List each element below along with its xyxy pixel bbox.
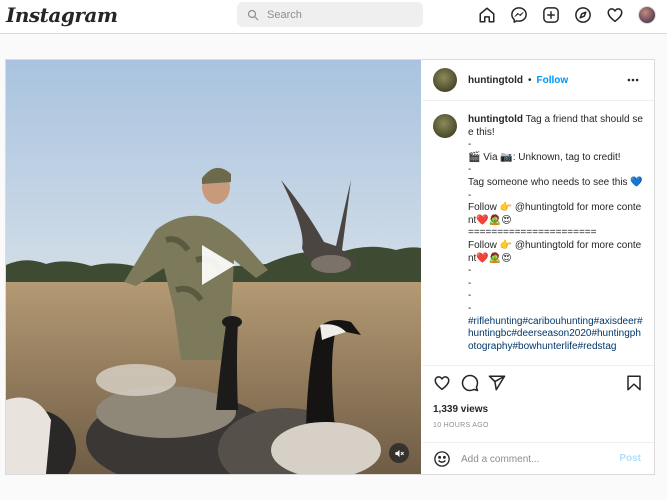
post-card: huntingtold • Follow huntingtold Tag a f… (5, 59, 655, 475)
post-header: huntingtold • Follow (422, 60, 654, 101)
mute-button[interactable] (389, 443, 409, 463)
new-post-button[interactable] (540, 4, 562, 26)
share-button[interactable] (488, 374, 508, 394)
messenger-button[interactable] (508, 4, 530, 26)
post-actions: 1,339 views 10 HOURS AGO Post (422, 365, 654, 474)
caption-line: - (468, 277, 472, 289)
action-bar (433, 374, 645, 396)
caption-username[interactable]: huntingtold (468, 114, 523, 125)
profile-avatar (638, 6, 656, 24)
separator-dot: • (527, 74, 532, 86)
view-count[interactable]: 1,339 views (433, 404, 488, 415)
post-comment-button[interactable]: Post (619, 453, 641, 464)
explore-button[interactable] (572, 4, 594, 26)
home-button[interactable] (476, 4, 498, 26)
author-avatar[interactable] (433, 68, 457, 92)
follow-button[interactable]: Follow (537, 75, 569, 86)
heart-icon (434, 376, 450, 391)
caption-text: huntingtold Tag a friend that should see… (468, 114, 644, 364)
caption-line: - (468, 139, 472, 151)
play-icon[interactable] (193, 242, 239, 288)
comment-button[interactable] (461, 374, 481, 394)
explore-icon (575, 7, 591, 23)
hashtags-link[interactable]: #riflehunting#caribouhunting#axisdeer#hu… (468, 316, 643, 352)
post-timestamp[interactable]: 10 HOURS AGO (433, 422, 489, 429)
speaker-muted-icon (394, 449, 404, 457)
more-options-icon[interactable] (626, 73, 640, 87)
save-button[interactable] (625, 374, 645, 394)
post-sidebar: huntingtold • Follow huntingtold Tag a f… (422, 60, 654, 474)
caption-line: - (468, 290, 472, 302)
caption-line: 🎬 Via 📷: Unknown, tag to credit! (468, 151, 621, 163)
home-icon (479, 7, 495, 23)
like-button[interactable] (433, 374, 453, 394)
author-username[interactable]: huntingtold (468, 75, 523, 86)
caption-line: Follow 👉 @huntingtold for more content❤️… (468, 202, 642, 226)
caption-line: - (468, 302, 472, 314)
emoji-icon[interactable] (433, 450, 451, 468)
activity-heart-icon (607, 8, 623, 23)
top-nav: Instagram (0, 0, 667, 34)
search-box[interactable] (237, 2, 423, 27)
caption-line: Tag someone who needs to see this 💙 (468, 176, 643, 188)
search-icon (247, 9, 259, 20)
comment-input[interactable] (461, 453, 611, 465)
post-video[interactable] (6, 60, 421, 474)
comment-icon (461, 374, 479, 392)
caption-line: - (468, 164, 472, 176)
caption-avatar[interactable] (433, 114, 457, 138)
caption-line: Follow 👉 @huntingtold for more content❤️… (468, 239, 642, 264)
add-comment-row: Post (422, 442, 654, 475)
new-post-icon (543, 7, 559, 23)
messenger-icon (511, 7, 527, 23)
caption-line: - (468, 265, 472, 277)
nav-icons (476, 4, 658, 26)
bookmark-icon (627, 375, 641, 391)
caption-line: ====================== (468, 227, 597, 239)
instagram-logo[interactable]: Instagram (6, 3, 118, 27)
share-icon (488, 375, 506, 391)
caption-line: - (468, 189, 472, 201)
activity-button[interactable] (604, 4, 626, 26)
profile-button[interactable] (636, 4, 658, 26)
search-input[interactable] (267, 8, 407, 21)
caption-section: huntingtold Tag a friend that should see… (422, 102, 654, 364)
